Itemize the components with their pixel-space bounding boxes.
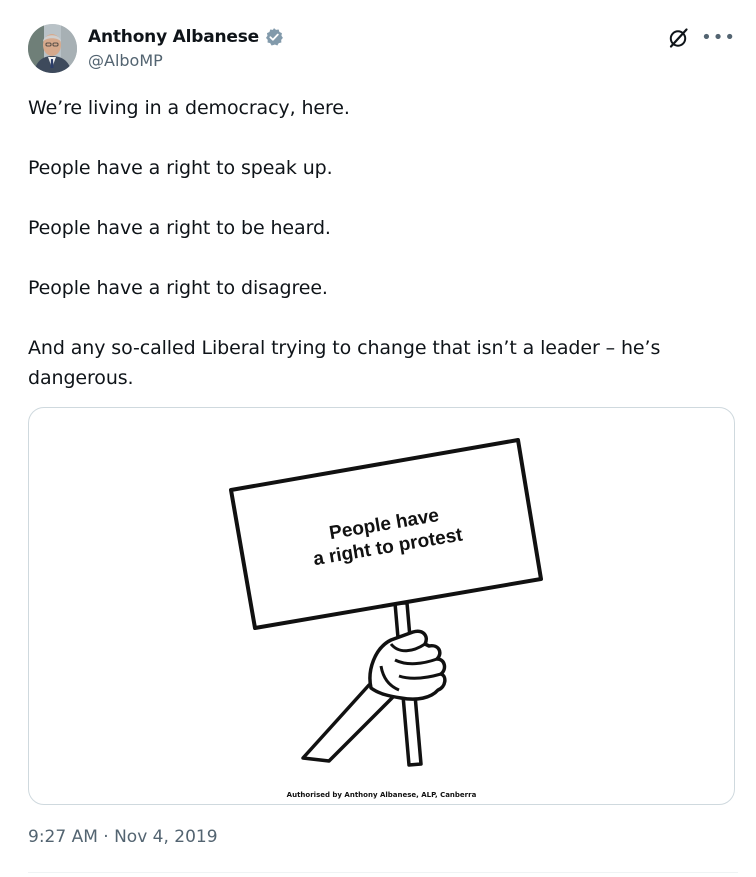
more-icon[interactable]: ••• — [701, 29, 736, 47]
tweet-timestamp[interactable]: 9:27 AM · Nov 4, 2019 — [28, 827, 218, 847]
tweet-text: We’re living in a democracy, here. Peopl… — [28, 93, 728, 393]
author-names: Anthony Albanese @AlboMP — [88, 25, 284, 70]
divider — [28, 872, 738, 873]
tweet: Anthony Albanese @AlboMP ••• We’re livin… — [0, 0, 756, 877]
tweet-paragraph: And any so-called Liberal trying to chan… — [28, 337, 661, 389]
tweet-paragraph: People have a right to disagree. — [28, 277, 328, 299]
handle[interactable]: @AlboMP — [88, 51, 284, 70]
authorisation-line: Authorised by Anthony Albanese, ALP, Can… — [286, 791, 477, 799]
avatar-photo — [28, 24, 77, 73]
grok-icon[interactable] — [667, 26, 691, 50]
avatar[interactable] — [28, 24, 77, 73]
tweet-paragraph: People have a right to be heard. — [28, 217, 331, 239]
fist — [368, 629, 447, 701]
top-actions: ••• — [667, 26, 736, 50]
protest-sign-illustration: People have a right to protest — [229, 438, 543, 767]
display-name-row: Anthony Albanese — [88, 25, 284, 49]
tweet-header: Anthony Albanese @AlboMP ••• — [28, 24, 738, 76]
display-name[interactable]: Anthony Albanese — [88, 27, 259, 47]
tweet-paragraph: People have a right to speak up. — [28, 157, 333, 179]
tweet-media[interactable]: People have a right to protest Authorise… — [28, 407, 735, 805]
raised-arm — [301, 683, 397, 763]
verified-badge-icon[interactable] — [264, 27, 284, 47]
tweet-paragraph: We’re living in a democracy, here. — [28, 97, 350, 119]
